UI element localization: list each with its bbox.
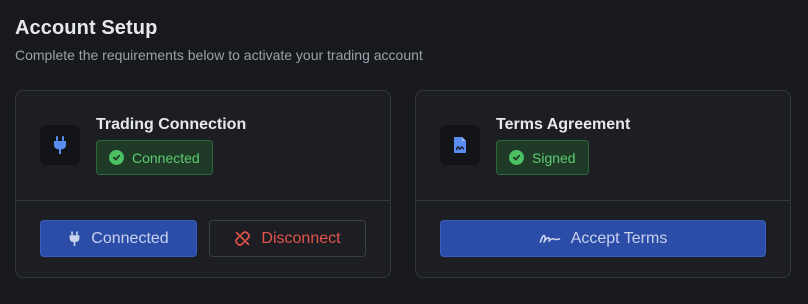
status-badge: Signed [496, 140, 589, 175]
accept-terms-button[interactable]: Accept Terms [440, 220, 766, 257]
document-signature-icon [440, 125, 480, 165]
disconnect-button-label: Disconnect [261, 229, 341, 247]
plug-icon [40, 125, 80, 165]
card-title: Trading Connection [96, 116, 247, 133]
card-actions: Accept Terms [416, 201, 790, 277]
status-badge-label: Connected [132, 149, 200, 166]
disconnect-button[interactable]: Disconnect [209, 220, 366, 257]
page-title: Account Setup [15, 17, 158, 39]
accept-terms-button-label: Accept Terms [570, 229, 668, 247]
connected-button-label: Connected [91, 229, 169, 247]
check-circle-icon [509, 150, 524, 165]
connected-button[interactable]: Connected [40, 220, 197, 257]
unlink-icon [234, 230, 251, 247]
card-title: Terms Agreement [496, 116, 631, 133]
trading-connection-card: Trading Connection Connected Connected D… [15, 90, 391, 278]
page-subtitle: Complete the requirements below to activ… [15, 47, 423, 63]
card-header: Terms Agreement Signed [416, 91, 790, 200]
plug-icon [68, 230, 81, 247]
card-header: Trading Connection Connected [16, 91, 390, 200]
account-setup-page: Account Setup Complete the requirements … [0, 0, 808, 304]
check-circle-icon [109, 150, 124, 165]
signature-icon [539, 232, 561, 246]
card-actions: Connected Disconnect [16, 201, 390, 277]
terms-agreement-card: Terms Agreement Signed Accept Terms [415, 90, 791, 278]
status-badge: Connected [96, 140, 213, 175]
status-badge-label: Signed [532, 149, 576, 166]
